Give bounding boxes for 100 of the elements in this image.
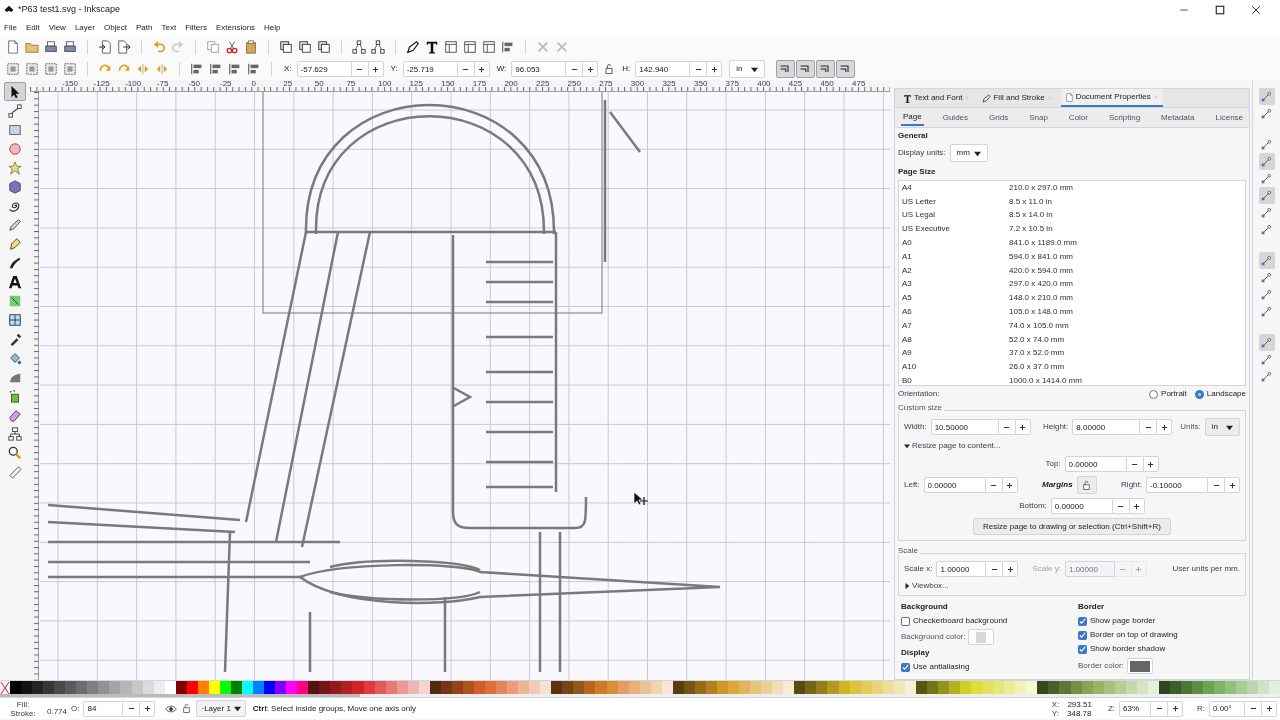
zoom-field[interactable]: 63%	[1119, 700, 1151, 717]
field-label: Landscape	[1206, 388, 1246, 400]
margins-label: Margins	[1042, 479, 1073, 491]
page-size-name[interactable]: A7	[902, 319, 1009, 332]
subtab[interactable]: Color	[1066, 109, 1090, 126]
page-size-name[interactable]: B0	[902, 375, 1009, 385]
ruler-label: 100	[378, 80, 392, 88]
unit-dropdown[interactable]: in	[729, 60, 765, 78]
page-size-dimensions: 105.0 x 148.0 mm	[1009, 306, 1074, 319]
field-label: Scale x:	[904, 563, 933, 575]
status-label: Z:	[1107, 704, 1115, 713]
dock-tab[interactable]: Document Properties	[1060, 89, 1163, 107]
page-size-name[interactable]: A9	[902, 347, 1009, 360]
menu-item[interactable]: File	[4, 22, 17, 34]
width-field[interactable]: 10.50000	[930, 419, 999, 435]
page-size-name[interactable]: US Executive	[902, 223, 1009, 236]
subtab[interactable]: Scripting	[1107, 109, 1143, 126]
field-label: Border color:	[1078, 660, 1124, 672]
page-size-dimensions: 841.0 x 1189.0 mm	[1009, 237, 1077, 250]
ruler-label: 325	[662, 80, 676, 88]
field-label: Right:	[1121, 479, 1142, 491]
subtab[interactable]: License	[1213, 109, 1246, 126]
ruler-label: 150	[441, 80, 455, 88]
menu-item[interactable]: Path	[136, 22, 153, 34]
ruler-label: 450	[820, 80, 834, 88]
field-label: Portrait	[1161, 388, 1187, 400]
menu-item[interactable]: View	[48, 22, 66, 34]
margin-field[interactable]: 0.00000	[1050, 498, 1113, 514]
page-size-name[interactable]: US Legal	[902, 209, 1009, 222]
menu-item[interactable]: Help	[264, 22, 281, 34]
page-size-name[interactable]: A3	[902, 278, 1009, 291]
tab-label: Text and Font	[914, 92, 963, 104]
menu-item[interactable]: Extensions	[215, 22, 256, 34]
page-size-name[interactable]: A8	[902, 333, 1009, 346]
page-size-name[interactable]: A2	[902, 264, 1009, 277]
margin-field[interactable]: -0.10000	[1146, 477, 1208, 493]
menu-item[interactable]: Text	[161, 22, 177, 34]
section-heading: Background	[901, 601, 949, 613]
margin-field[interactable]: 0.00000	[923, 477, 986, 493]
height-field[interactable]: 8.00000	[1072, 419, 1141, 435]
subtab[interactable]: Metadata	[1159, 109, 1197, 126]
display-units-dropdown[interactable]: mm	[949, 144, 988, 162]
page-size-dimensions: 1000.0 x 1414.0 mm	[1009, 375, 1082, 385]
units-dropdown[interactable]: in	[1204, 418, 1240, 436]
viewbox-expander[interactable]: Viewbox...	[904, 580, 1240, 592]
page-size-name[interactable]: A6	[902, 306, 1009, 319]
ruler-label: 225	[536, 80, 550, 88]
margin-field[interactable]: 0.00000	[1064, 456, 1127, 472]
rotation-field[interactable]: 0.00°	[1209, 700, 1245, 717]
number-field[interactable]: 96.053	[511, 61, 567, 77]
ruler-label: 425	[788, 80, 803, 88]
checkbox-label: Border on top of drawing	[1090, 629, 1178, 641]
field-label: Background color:	[901, 631, 966, 643]
subtab[interactable]: Snap	[1027, 109, 1050, 126]
window-title: *P63 test1.svg - Inkscape	[18, 3, 121, 17]
menu-item[interactable]: Filters	[185, 22, 207, 34]
ruler-label: -50	[188, 80, 200, 88]
field-label: Left:	[904, 479, 920, 491]
number-field[interactable]: -25.719	[402, 61, 458, 77]
number-field[interactable]: 142.940	[635, 61, 691, 77]
page-size-name[interactable]: US Letter	[902, 195, 1009, 208]
section-heading: Page Size	[898, 166, 937, 178]
dock-tab[interactable]: Fill and Stroke	[978, 89, 1057, 107]
resize-page-button[interactable]: Resize page to drawing or selection (Ctrl+Shift+R)	[973, 518, 1171, 535]
page-size-dimensions: 52.0 x 74.0 mm	[1009, 333, 1065, 346]
opacity-field[interactable]: 84	[83, 700, 124, 717]
number-field[interactable]: -57.629	[296, 61, 352, 77]
page-size-dimensions: 210.0 x 297.0 mm	[1009, 181, 1074, 194]
page-size-dimensions: 26.0 x 37.0 mm	[1009, 361, 1065, 374]
status-label: Y:	[1051, 708, 1059, 718]
subtab[interactable]: Page	[901, 109, 924, 126]
field-label: Bottom:	[1019, 500, 1047, 512]
cursor-y: 348.78	[1067, 708, 1092, 718]
page-size-name[interactable]: A10	[902, 361, 1009, 374]
subtab[interactable]: Grids	[987, 109, 1011, 126]
ruler-label: -125	[93, 80, 110, 88]
layer-dropdown[interactable]: ·Layer 1	[196, 700, 246, 717]
page-size-name[interactable]: A1	[902, 250, 1009, 263]
dock-tab[interactable]: Text and Font	[899, 89, 975, 107]
ruler-label: 0	[251, 80, 257, 88]
page-size-name[interactable]: A0	[902, 237, 1009, 250]
menu-item[interactable]: Edit	[25, 22, 40, 34]
page-size-name[interactable]: A5	[902, 292, 1009, 305]
status-label: O:	[71, 704, 80, 713]
ruler-label: 125	[409, 80, 423, 88]
scale-field[interactable]: 1.00000	[936, 561, 987, 577]
status-label: X:	[1051, 699, 1060, 709]
field-label: Orientation:	[898, 388, 940, 400]
page-size-name[interactable]: A4	[902, 181, 1009, 194]
cursor-x: 293.51	[1067, 699, 1092, 709]
page-size-dimensions: 7.2 x 10.5 in	[1009, 223, 1053, 236]
field-label: W:	[496, 63, 507, 75]
field-label: Display units:	[898, 147, 946, 159]
status-message: Ctrl: Select inside groups, Move one axis only	[252, 702, 417, 715]
page-size-dimensions: 297.0 x 420.0 mm	[1009, 278, 1074, 291]
menu-item[interactable]: Object	[103, 22, 128, 34]
ruler-label: 475	[852, 80, 866, 88]
resize-expander[interactable]: Resize page to content...	[904, 440, 1240, 452]
subtab[interactable]: Guides	[940, 109, 971, 126]
menu-item[interactable]: Layer	[74, 22, 95, 34]
